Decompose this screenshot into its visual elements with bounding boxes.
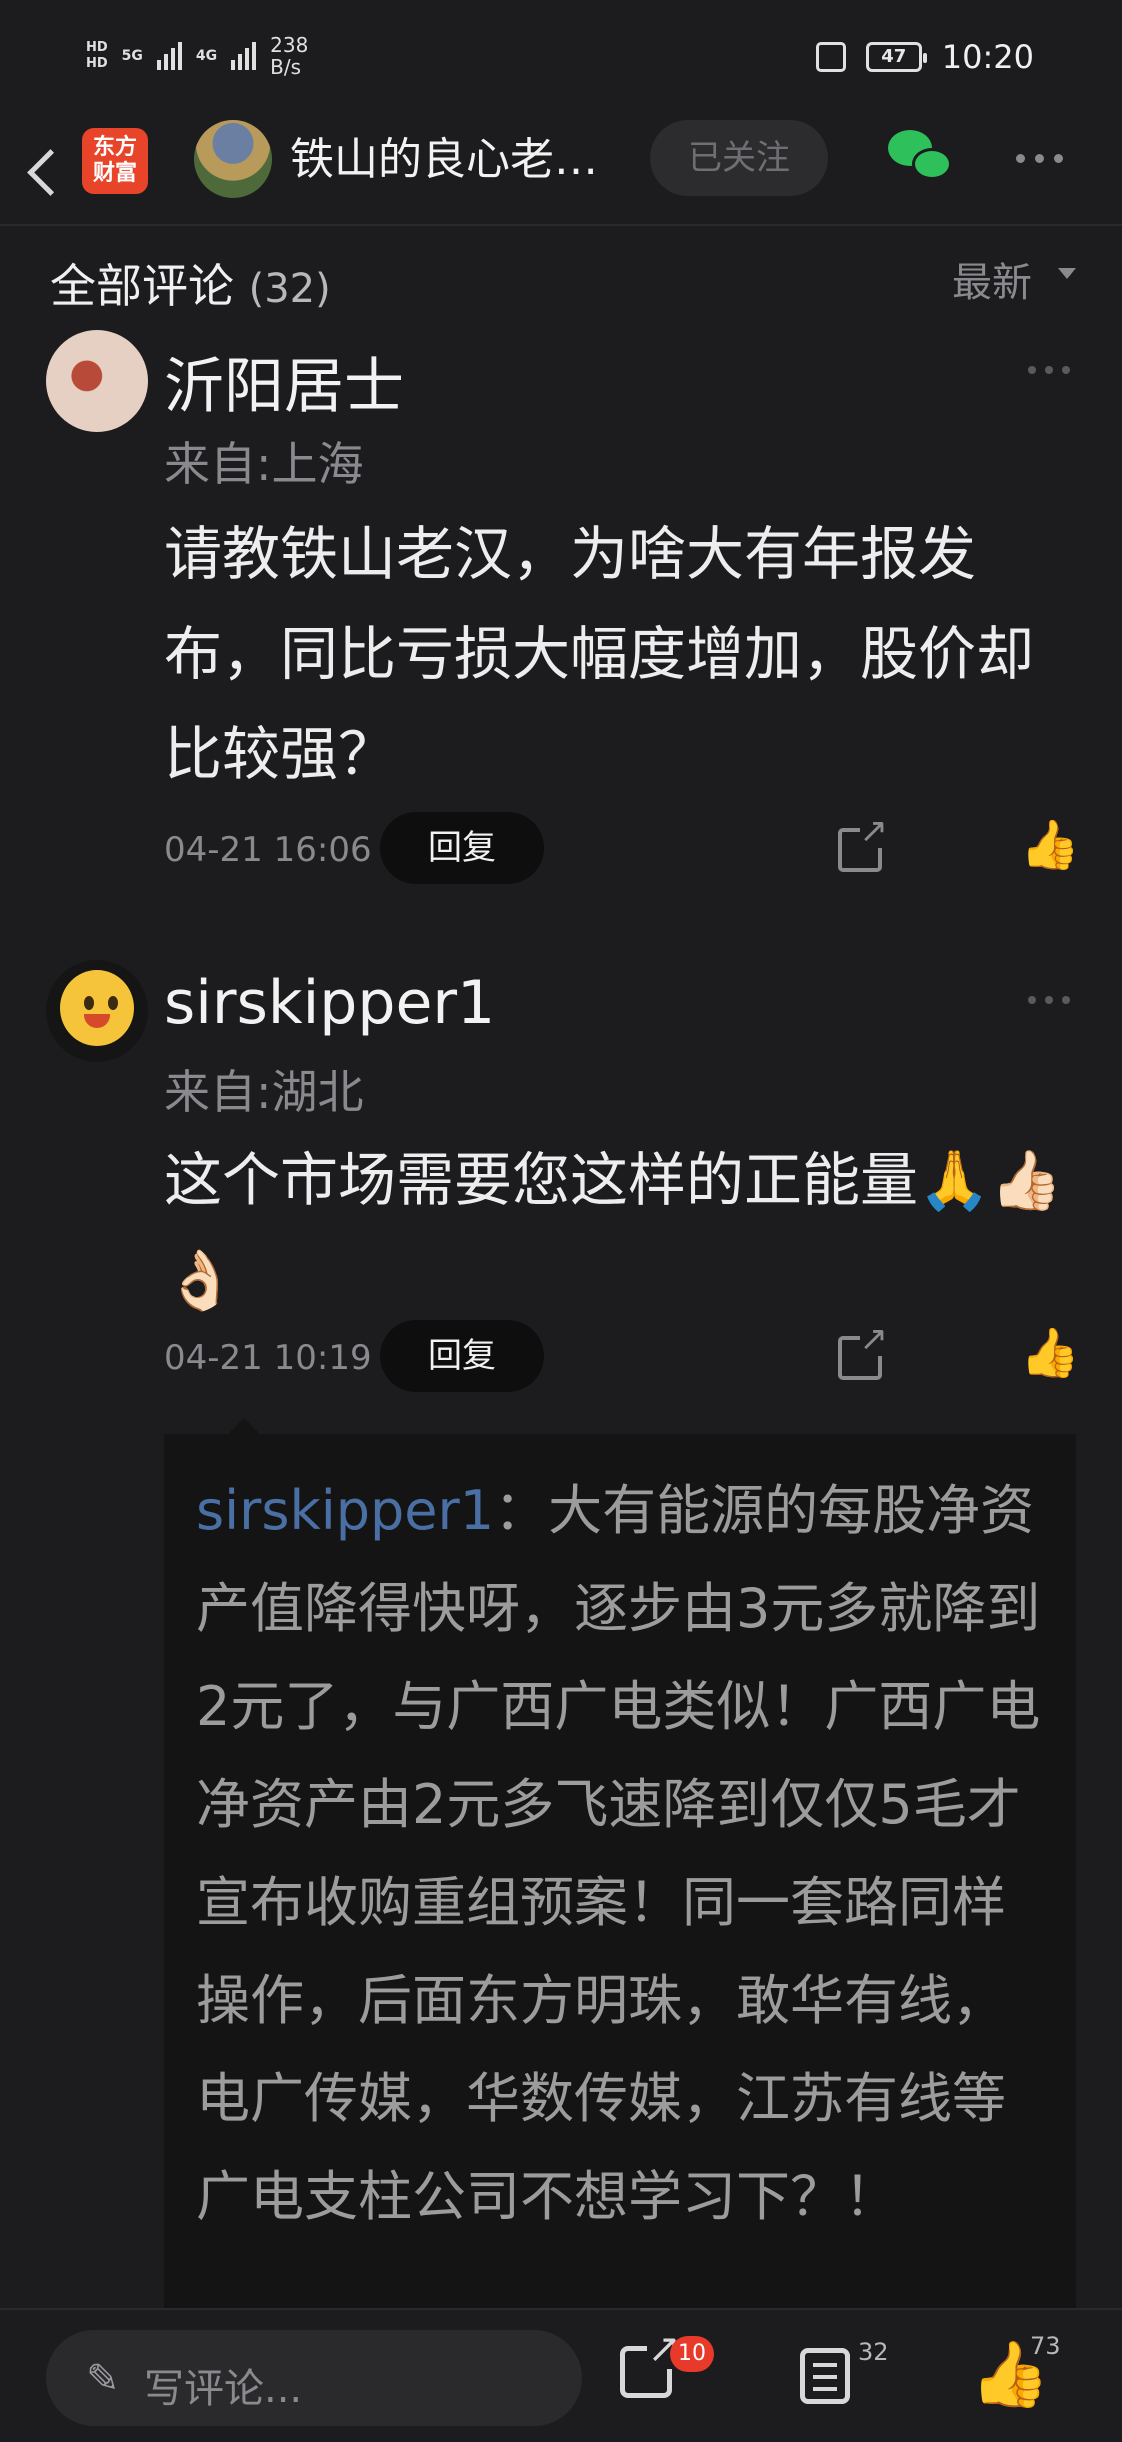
share-icon[interactable] (838, 1322, 888, 1380)
like-count: 73 (1030, 2332, 1061, 2360)
comment-text: 这个市场需要您这样的正能量🙏👍🏻👌🏻 (164, 1146, 1063, 1314)
wechat-share-icon[interactable] (888, 130, 954, 186)
avatar[interactable] (46, 960, 148, 1062)
quoted-reply-body: ：大有能源的每股净资产值降得快呀，逐步由3元多就降到2元了，与广西广电类似！广西… (196, 1479, 1041, 2228)
quote-pointer (228, 1418, 260, 1434)
comment-date: 04-21 10:19 (164, 1338, 372, 1378)
avatar[interactable] (46, 330, 148, 432)
follow-button[interactable]: 已关注 (650, 120, 828, 196)
battery-icon: 47 (865, 42, 927, 72)
comment-username[interactable]: sirskipper1 (164, 968, 495, 1038)
comments-header: 全部评论 (32) (50, 250, 331, 316)
thumbs-up-icon[interactable]: 👍 (1020, 1324, 1080, 1381)
network-4g-label: 4G (195, 48, 218, 64)
comment-date: 04-21 16:06 (164, 830, 372, 870)
comment-more-icon[interactable] (1028, 366, 1076, 376)
network-speed: 238 B/s (270, 33, 309, 79)
comment-location: 来自:上海 (164, 437, 364, 491)
app-logo[interactable]: 东方 财富 (82, 128, 148, 194)
top-nav-bar: 东方 财富 铁山的良心老… 已关注 (0, 118, 1122, 226)
comments-list-icon[interactable] (800, 2348, 850, 2404)
reply-button[interactable]: 回复 (380, 1320, 544, 1392)
comment-location: 来自:湖北 (164, 1065, 364, 1119)
comments-title: 全部评论 (50, 259, 234, 313)
author-avatar[interactable] (194, 120, 272, 198)
share-badge: 10 (670, 2336, 714, 2372)
share-icon[interactable] (620, 2329, 681, 2398)
share-icon[interactable] (838, 814, 888, 872)
sort-dropdown[interactable]: 最新 (952, 250, 1032, 308)
vibrate-icon (815, 42, 846, 72)
comment-count: 32 (858, 2338, 889, 2366)
back-arrow-icon[interactable] (22, 144, 72, 200)
comment-input-placeholder: 写评论... (144, 2366, 303, 2412)
reply-button[interactable]: 回复 (380, 812, 544, 884)
signal-icon-2 (231, 42, 257, 70)
comment-text: 请教铁山老汉，为啥大有年报发布，同比亏损大幅度增加，股价却比较强？ (164, 520, 1035, 788)
status-right: 47 10:20 (815, 38, 1034, 76)
comment-more-icon[interactable] (1028, 996, 1076, 1006)
thumbs-up-icon[interactable]: 👍 (1020, 816, 1080, 873)
quoted-reply-text: sirskipper1：大有能源的每股净资产值降得快呀，逐步由3元多就降到2元了… (196, 1462, 1046, 2246)
author-name[interactable]: 铁山的良心老… (290, 128, 630, 192)
comment-input[interactable]: ✎ 写评论... (46, 2330, 582, 2426)
hd-indicator: HD HD (86, 40, 108, 71)
network-5g-label: 5G (121, 48, 143, 64)
comment-username[interactable]: 沂阳居士 (164, 338, 404, 425)
caret-down-icon[interactable] (1058, 268, 1076, 279)
status-bar: HD HD 5G 4G 238 B/s 47 10:20 (0, 0, 1122, 118)
clock: 10:20 (941, 38, 1034, 76)
comments-count: (32) (248, 266, 331, 312)
quoted-reply-user[interactable]: sirskipper1 (196, 1479, 494, 1542)
status-left: HD HD 5G 4G 238 B/s (86, 34, 308, 78)
quoted-reply[interactable]: sirskipper1：大有能源的每股净资产值降得快呀，逐步由3元多就降到2元了… (164, 1434, 1076, 2314)
pencil-icon: ✎ (86, 2356, 120, 2402)
more-options-icon[interactable] (1016, 148, 1072, 168)
bottom-action-bar: ✎ 写评论... 10 32 👍 73 (0, 2308, 1122, 2442)
signal-icon (156, 42, 182, 70)
